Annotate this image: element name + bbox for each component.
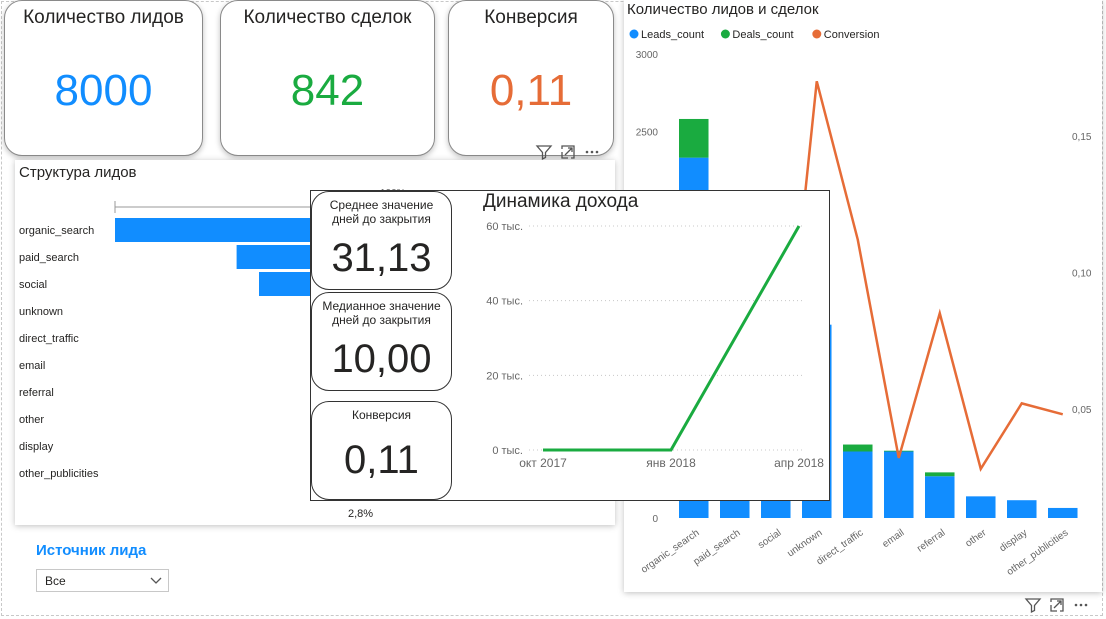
deals-bar (843, 444, 873, 452)
more-options-icon[interactable] (1072, 596, 1090, 614)
kpi-leads-label: Количество лидов (23, 7, 184, 28)
kpi-conversion-label: Конверсия (484, 7, 578, 28)
structure-category-label: referral (19, 387, 54, 399)
deals-bar (679, 118, 709, 158)
revenue-line (543, 225, 801, 452)
y-left-tick-label: 3000 (636, 50, 659, 61)
structure-category-label: email (19, 360, 45, 372)
legend-marker (629, 29, 639, 39)
filter-icon[interactable] (1024, 596, 1042, 614)
leads-bar (966, 496, 996, 518)
legend-marker (812, 29, 822, 39)
conversion-small-card[interactable]: Конверсия 0,11 (311, 401, 452, 500)
leads-bar (1007, 500, 1037, 518)
leads-bar (843, 451, 873, 518)
median-days-label: Медианное значение дней до закрытия (322, 299, 441, 327)
median-days-value: 10,00 (331, 337, 432, 381)
filter-icon[interactable] (535, 143, 553, 161)
kpi-leads-value: 8000 (54, 66, 153, 115)
kpi-conversion-value: 0,11 (489, 66, 573, 115)
legend-label: Deals_count (732, 29, 793, 41)
revenue-x-tick-label: апр 2018 (774, 456, 824, 470)
structure-category-label: organic_search (19, 225, 94, 237)
y-left-tick-label: 2500 (636, 127, 659, 138)
structure-category-label: unknown (19, 306, 63, 318)
median-days-card[interactable]: Медианное значение дней до закрытия 10,0… (311, 292, 452, 391)
conversion-small-value: 0,11 (344, 438, 419, 482)
lead-source-selected: Все (45, 574, 66, 588)
revenue-x-tick-label: янв 2018 (646, 456, 696, 470)
revenue-y-tick-label: 60 тыс. (486, 221, 523, 233)
kpi-conversion-card[interactable]: Конверсия 0,11 (448, 0, 614, 156)
x-tick-label: unknown (785, 527, 824, 559)
focus-mode-icon[interactable] (559, 143, 577, 161)
x-tick-label: display (998, 527, 1030, 554)
visual-toolbar-bottom (1024, 596, 1090, 614)
legend-marker (720, 29, 730, 39)
more-options-icon[interactable] (583, 143, 601, 161)
structure-category-label: paid_search (19, 252, 79, 264)
avg-days-card[interactable]: Среднее значение дней до закрытия 31,13 (311, 191, 452, 290)
x-tick-label: organic_search (639, 527, 701, 575)
focus-mode-icon[interactable] (1048, 596, 1066, 614)
lead-source-slicer-title: Источник лида (36, 542, 147, 559)
conversion-small-label: Конверсия (351, 408, 412, 422)
x-tick-label: referral (915, 527, 947, 554)
revenue-x-tick-label: окт 2017 (519, 456, 567, 470)
leads-bar (925, 476, 955, 518)
avg-days-value: 31,13 (331, 236, 432, 280)
structure-category-label: social (19, 279, 47, 291)
chevron-down-icon (150, 577, 162, 584)
legend-label: Conversion (824, 29, 880, 41)
revenue-y-tick-label: 40 тыс. (486, 296, 523, 308)
kpi-deals-card[interactable]: Количество сделок 842 (220, 0, 435, 156)
visual-toolbar-top (535, 143, 601, 161)
x-tick-label: other (963, 527, 989, 549)
structure-category-label: direct_traffic (19, 333, 79, 345)
kpi-deals-label: Количество сделок (243, 7, 412, 28)
y-right-tick-label: 0,10 (1072, 268, 1092, 279)
legend-label: Leads_count (641, 29, 704, 41)
lead-source-dropdown[interactable]: Все (36, 569, 169, 592)
leads-bar (884, 451, 914, 518)
y-right-tick-label: 0,05 (1072, 405, 1092, 416)
kpi-leads-card[interactable]: Количество лидов 8000 (4, 0, 203, 156)
structure-category-label: display (19, 441, 54, 453)
deals-bar (925, 472, 955, 477)
x-tick-label: email (881, 527, 907, 550)
x-tick-label: social (756, 527, 783, 551)
kpi-deals-value: 842 (290, 66, 365, 115)
leads-bar (1048, 507, 1078, 518)
y-left-tick-label: 0 (652, 514, 658, 525)
structure-bottom-label: 2,8% (348, 508, 373, 520)
structure-category-label: other (19, 414, 44, 426)
avg-days-label: Среднее значение дней до закрытия (329, 198, 434, 226)
structure-category-label: other_publicities (19, 468, 99, 480)
y-right-tick-label: 0,15 (1072, 132, 1092, 143)
revenue-y-tick-label: 20 тыс. (486, 370, 523, 382)
